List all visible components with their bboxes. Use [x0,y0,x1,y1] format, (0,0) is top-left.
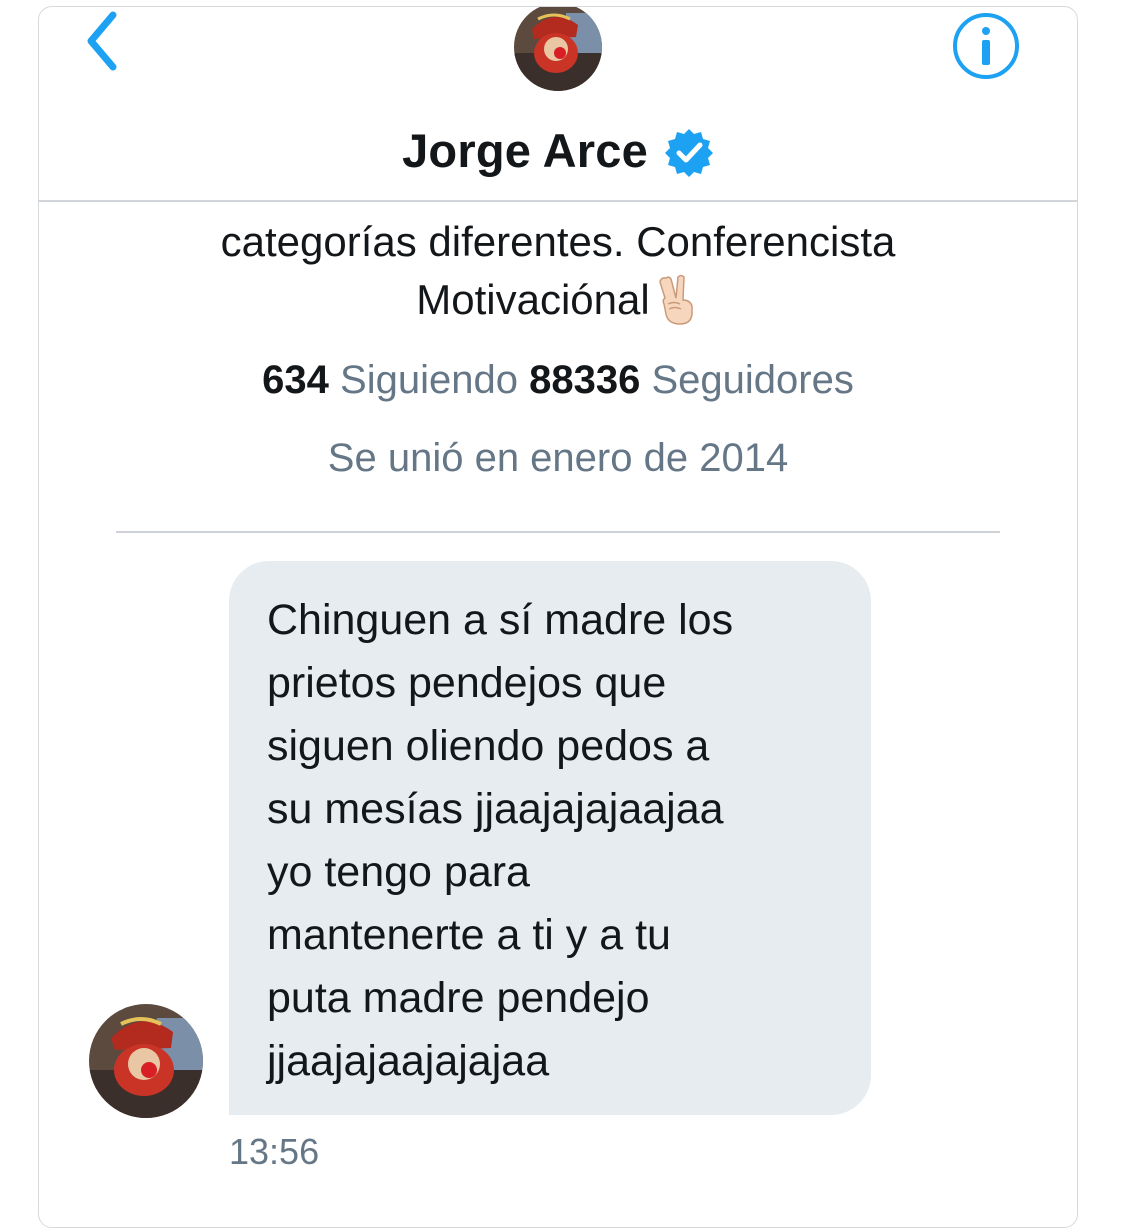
message-bubble[interactable]: Chinguen a sí madre los prietos pendejos… [229,561,871,1115]
avatar-image [89,1004,203,1118]
sender-avatar[interactable] [89,1004,203,1118]
message-line: mantenerte a ti y a tu [267,911,671,959]
conversation-title: Jorge Arce [39,115,1077,185]
message-line: su mesías jjaajajajaajaa [267,785,724,833]
verified-badge-icon [664,129,713,177]
message-line: yo tengo para [267,848,530,896]
header-divider [39,200,1077,202]
bio-line-with-emoji: Motivaciónal [39,271,1077,329]
info-button[interactable] [951,11,1021,81]
message-timestamp: 13:56 [229,1131,320,1172]
profile-stats: 634 Siguiendo 88336 Seguidores [39,353,1077,407]
avatar-image [514,7,602,91]
bio-line: categorías diferentes. Conferencista [220,218,896,265]
profile-bio: categorías diferentes. Conferencista Mot… [39,213,1077,329]
following-link[interactable]: Siguiendo [340,358,518,402]
message-line: prietos pendejos que [267,659,667,707]
dm-conversation-screen: Jorge Arce categorías diferentes. Confer… [38,6,1078,1228]
info-icon [953,13,1019,79]
back-button[interactable] [79,9,129,73]
join-date: Se unió en enero de 2014 [327,436,789,480]
message-line: Chinguen a sí madre los [267,596,734,644]
message-line: siguen oliendo pedos a [267,722,710,770]
bio-line: Motivaciónal [416,276,650,323]
chevron-left-icon [87,11,117,71]
following-count: 634 [262,358,329,402]
victory-hand-emoji [658,274,693,325]
profile-divider [116,531,1000,533]
header-avatar[interactable] [514,7,602,91]
message-line: puta madre pendejo [267,974,650,1022]
followers-count: 88336 [529,358,641,402]
message-line: jjaajajaajajajaa [267,1037,550,1085]
user-display-name: Jorge Arce [402,123,648,177]
followers-link[interactable]: Seguidores [651,358,853,402]
